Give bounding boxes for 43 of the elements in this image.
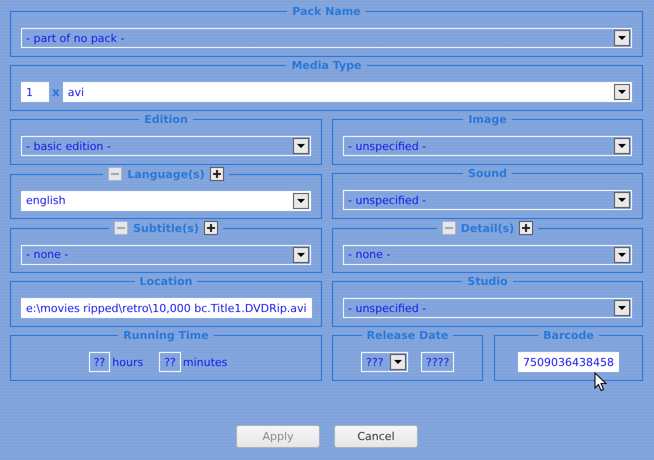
group-title: Barcode xyxy=(542,329,595,342)
plus-icon xyxy=(212,170,221,178)
minus-icon xyxy=(111,173,120,175)
group-title: Media Type xyxy=(290,59,362,72)
count-field[interactable]: 1 xyxy=(21,82,49,102)
location-field[interactable]: e:\movies ripped\retro\10,000 bc.Title1.DVDRip.avi xyxy=(21,298,312,318)
group-title: Studio xyxy=(466,275,509,288)
minutes-label: minutes xyxy=(182,356,228,368)
group-title: Image xyxy=(467,113,508,126)
add-button[interactable] xyxy=(210,167,224,181)
group-title: Language(s) xyxy=(127,168,205,180)
select-field[interactable]: - unspecified - xyxy=(343,136,632,156)
group-title: Sound xyxy=(466,167,508,180)
group-title: Pack Name xyxy=(291,5,362,18)
add-button[interactable] xyxy=(519,221,534,235)
minutes-field[interactable]: ?? xyxy=(159,352,181,372)
select-field[interactable]: - unspecified - xyxy=(343,190,632,210)
group-title: Release Date xyxy=(366,329,450,342)
mouse-pointer-icon xyxy=(594,372,607,392)
minus-icon xyxy=(117,227,126,229)
group-title: Subtitle(s) xyxy=(133,222,199,234)
select-field[interactable]: - unspecified - xyxy=(343,298,632,318)
add-button[interactable] xyxy=(204,221,218,235)
select-field[interactable]: - none - xyxy=(343,244,632,264)
group-title: Detail(s) xyxy=(460,222,514,234)
group-title: Edition xyxy=(143,113,189,126)
select-field[interactable]: - part of no pack - xyxy=(21,28,632,48)
select-field[interactable]: - none - xyxy=(21,244,311,264)
group-title: Running Time xyxy=(122,329,210,342)
barcode-field[interactable]: 7509036438458 xyxy=(518,352,619,372)
dialog-button[interactable]: Cancel xyxy=(334,425,418,448)
select-field[interactable]: avi xyxy=(62,82,632,102)
month-select[interactable]: ??? xyxy=(361,352,408,372)
select-field[interactable]: - basic edition - xyxy=(21,136,311,156)
group-title: Location xyxy=(138,275,194,288)
plus-icon xyxy=(206,224,215,232)
minus-icon xyxy=(444,227,453,229)
hours-field[interactable]: ?? xyxy=(88,352,110,372)
select-field[interactable]: english xyxy=(21,190,311,210)
year-field[interactable]: ???? xyxy=(421,352,454,372)
hours-label: hours xyxy=(112,356,144,368)
times-label: x xyxy=(52,85,60,99)
plus-icon xyxy=(522,224,530,232)
